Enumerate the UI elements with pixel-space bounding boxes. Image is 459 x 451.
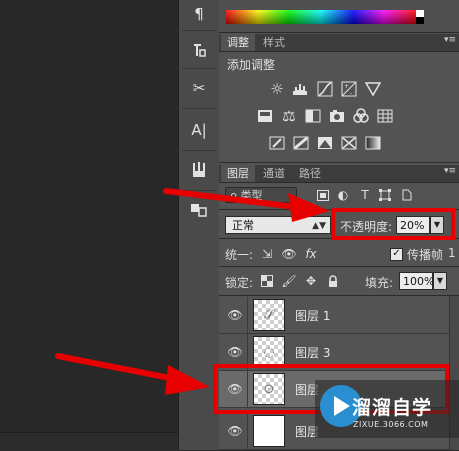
watermark-text: 溜溜自学: [352, 397, 433, 419]
watermark-url: ZIXUE.3066.COM: [353, 420, 429, 429]
arrow-to-opacity: [163, 188, 330, 222]
arrow-to-layer: [55, 353, 210, 395]
